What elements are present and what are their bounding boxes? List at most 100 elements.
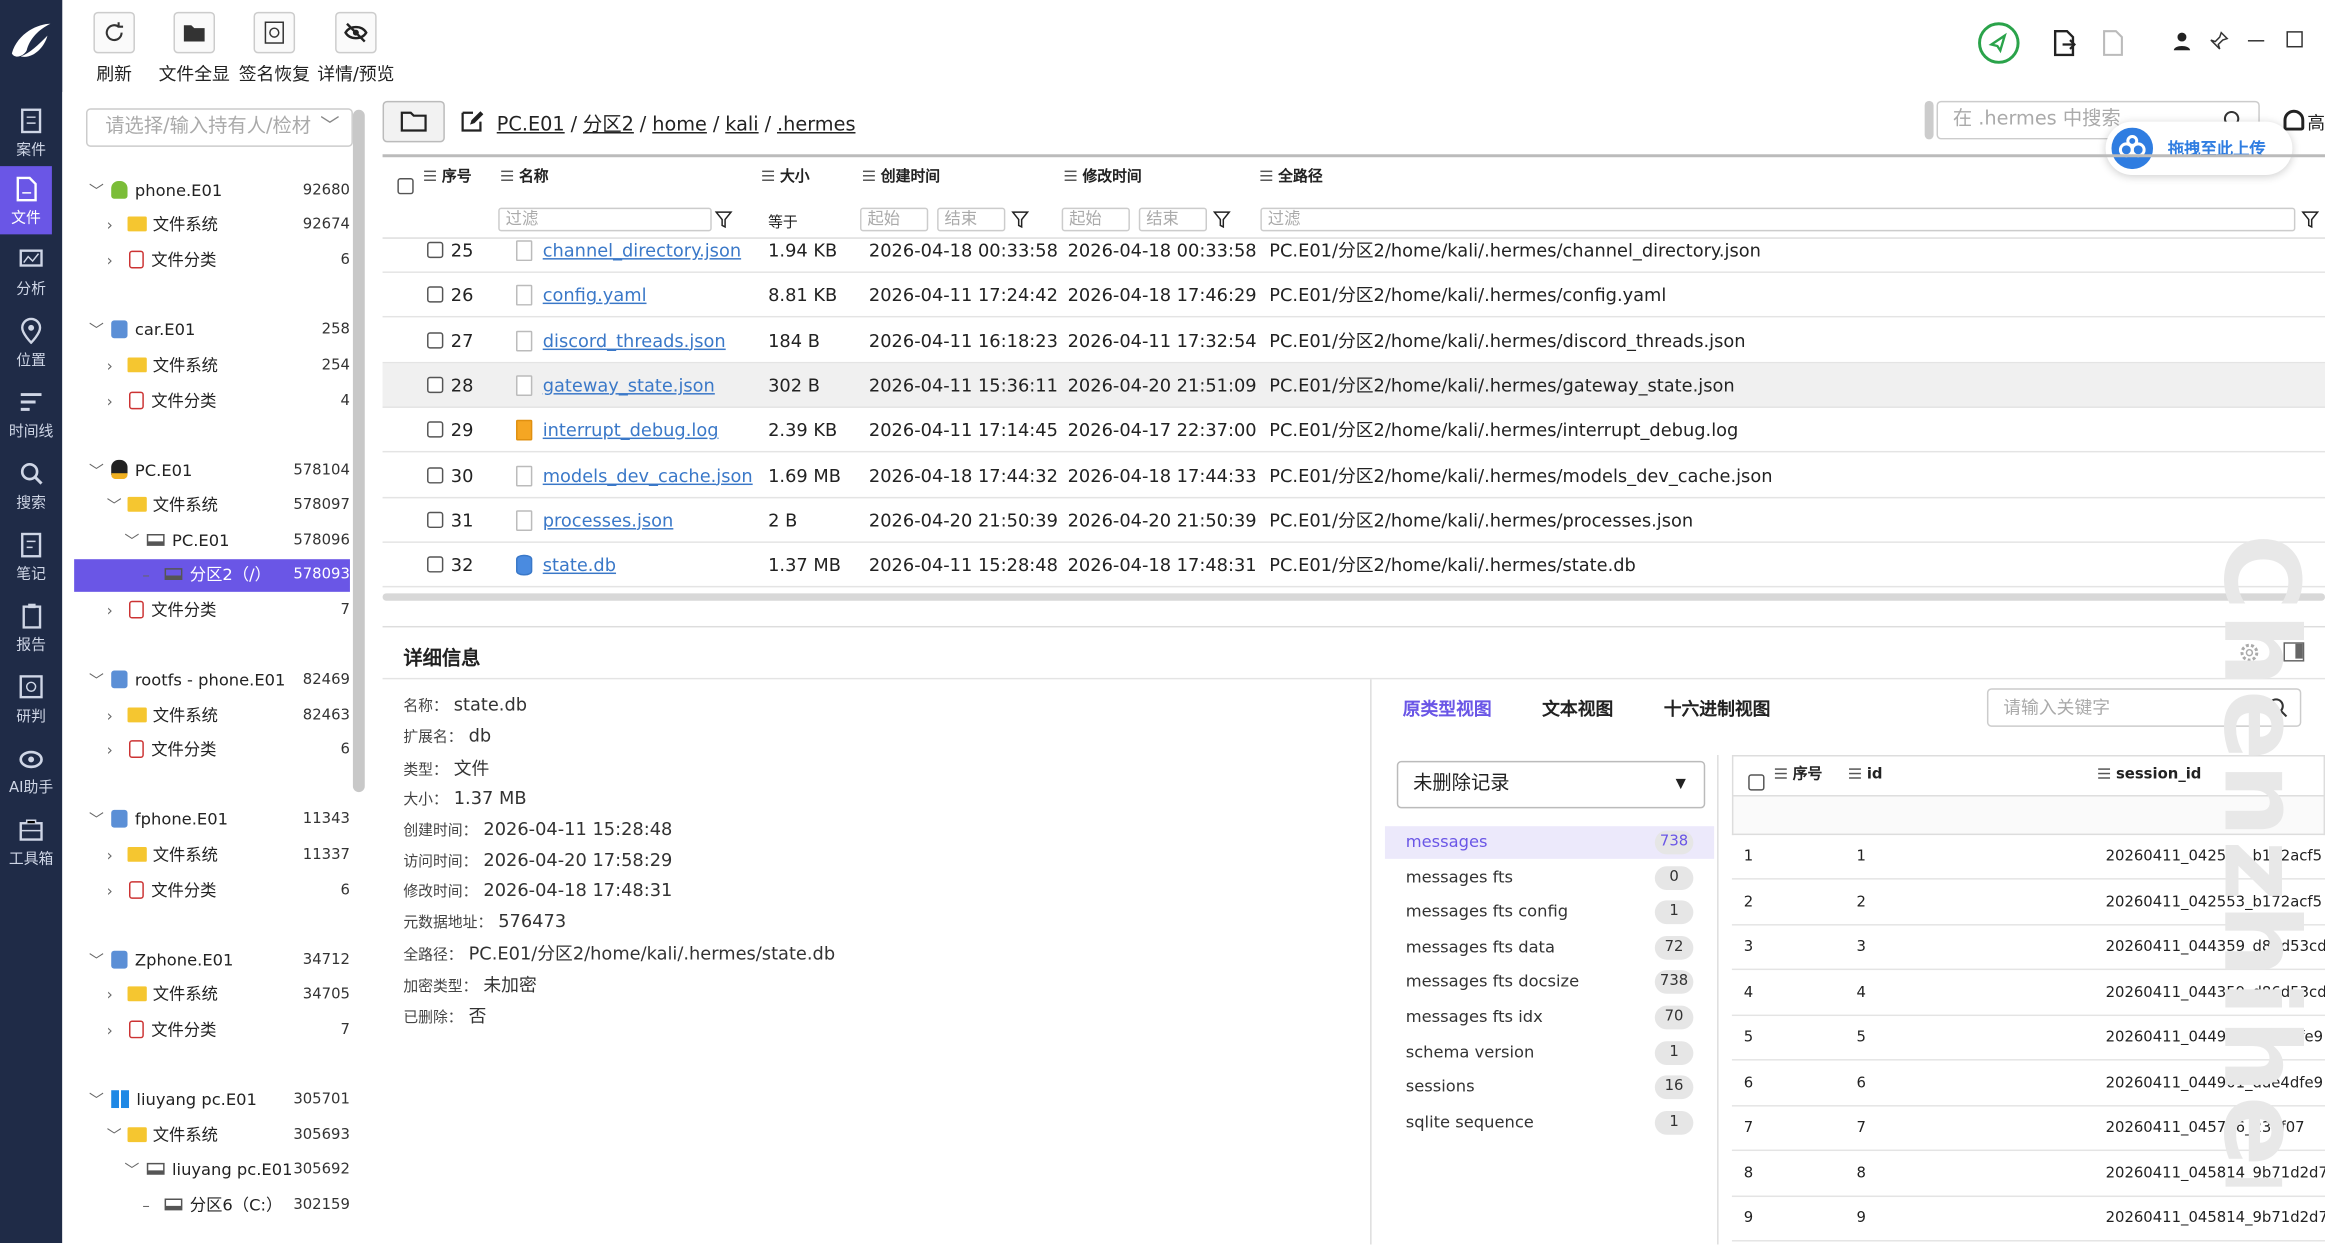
chevron-right-icon[interactable]: › <box>107 1016 122 1049</box>
chevron-down-icon[interactable]: ﹀ <box>89 1086 104 1119</box>
db-table-item[interactable]: messages fts config 1 <box>1385 896 1714 929</box>
table-row[interactable]: 28 gateway_state.json 302 B 2026-04-11 15:3… <box>382 363 2325 408</box>
tab-hex-view[interactable]: 十六进制视图 <box>1664 696 1771 721</box>
chevron-right-icon[interactable]: › <box>107 877 122 910</box>
chevron-down-icon[interactable]: ﹀ <box>89 177 104 210</box>
tree-node[interactable]: › 文件系统 34705 <box>74 979 350 1012</box>
tree-node[interactable]: ﹀ fphone.E01 11343 <box>74 804 350 837</box>
db-table-item[interactable]: sqlite sequence 1 <box>1385 1106 1714 1139</box>
col-created[interactable]: 创建时间 <box>862 157 940 199</box>
chevron-right-icon[interactable]: › <box>107 702 122 735</box>
filter-icon[interactable] <box>1011 211 1030 229</box>
record-col-seq[interactable]: 序号 <box>1774 756 1822 795</box>
breadcrumb-segment[interactable]: home <box>652 114 707 136</box>
status-shield-icon[interactable] <box>1977 21 2021 65</box>
signature-restore-button[interactable]: 签名恢复 <box>237 9 311 89</box>
show-all-files-button[interactable]: 文件全显 <box>157 9 231 89</box>
collapse-icon[interactable]: – <box>142 561 157 594</box>
nav-item-3[interactable]: 分析 <box>0 237 62 305</box>
nav-item-10[interactable]: AI助手 <box>0 736 62 804</box>
table-row[interactable]: 29 interrupt_debug.log 2.39 KB 2026-04-11 1… <box>382 408 2325 453</box>
row-checkbox[interactable] <box>427 273 444 317</box>
refresh-button[interactable]: 刷新 <box>80 9 148 89</box>
chevron-down-icon[interactable]: ﹀ <box>89 316 104 349</box>
tree-node[interactable]: – 分区6（C:） 302159 <box>74 1190 350 1223</box>
user-icon[interactable] <box>2172 31 2191 51</box>
chevron-right-icon[interactable]: › <box>107 352 122 385</box>
tree-node[interactable]: ﹀ 文件系统 305693 <box>74 1120 350 1153</box>
chevron-down-icon[interactable]: ﹀ <box>125 527 140 560</box>
holder-selector[interactable]: 请选择/输入持有人/检材 ﹀ <box>86 108 353 147</box>
chevron-right-icon[interactable]: › <box>107 387 122 420</box>
tree-node[interactable]: ﹀ PC.E01 578104 <box>74 455 350 488</box>
chevron-down-icon[interactable]: ﹀ <box>89 666 104 699</box>
row-name-link[interactable]: models_dev_cache.json <box>543 453 753 497</box>
filter-icon[interactable] <box>2301 211 2320 229</box>
record-filter-select[interactable]: 未删除记录 ▼ <box>1396 760 1706 809</box>
nav-item-8[interactable]: 报告 <box>0 593 62 661</box>
advanced-icon[interactable] <box>2283 109 2305 131</box>
filter-icon[interactable] <box>1212 211 1231 229</box>
row-name-link[interactable]: processes.json <box>543 498 674 542</box>
row-checkbox[interactable] <box>427 498 444 542</box>
tree-node[interactable]: › 文件分类 7 <box>74 1015 350 1048</box>
tree-node[interactable]: ﹀ car.E01 258 <box>74 314 350 347</box>
table-row[interactable]: 30 models_dev_cache.json 1.69 MB 2026-04-18… <box>382 453 2325 498</box>
export-icon[interactable] <box>2051 29 2078 57</box>
col-seq[interactable]: 序号 <box>424 157 472 199</box>
db-table-item[interactable]: schema version 1 <box>1385 1036 1714 1069</box>
nav-item-4[interactable]: 位置 <box>0 309 62 377</box>
col-fullpath[interactable]: 全路径 <box>1260 157 1323 199</box>
chevron-down-icon[interactable]: ﹀ <box>107 1121 122 1154</box>
db-table-item[interactable]: messages fts 0 <box>1385 861 1714 894</box>
row-name-link[interactable]: channel_directory.json <box>543 228 741 272</box>
tree-node[interactable]: › 文件分类 4 <box>74 386 350 419</box>
tab-native-view[interactable]: 原类型视图 <box>1403 696 1492 721</box>
chevron-right-icon[interactable]: › <box>107 980 122 1013</box>
row-name-link[interactable]: config.yaml <box>543 273 647 317</box>
tree-node[interactable]: ﹀ phone.E01 92680 <box>74 175 350 208</box>
tree-node[interactable]: ﹀ liuyang pc.E01 305692 <box>74 1154 350 1187</box>
col-modified[interactable]: 修改时间 <box>1064 157 1142 199</box>
nav-item-6[interactable]: 搜索 <box>0 451 62 519</box>
tree-node[interactable]: › 文件系统 254 <box>74 350 350 383</box>
db-table-item[interactable]: messages fts data 72 <box>1385 931 1714 964</box>
row-checkbox[interactable] <box>427 408 444 452</box>
db-table-item[interactable]: sessions 16 <box>1385 1071 1714 1104</box>
chevron-down-icon[interactable]: ﹀ <box>89 457 104 490</box>
chevron-right-icon[interactable]: › <box>107 841 122 874</box>
tree-node[interactable]: – 分区2（/） 578093 <box>74 559 350 592</box>
detail-preview-button[interactable]: 详情/预览 <box>314 9 397 89</box>
chevron-right-icon[interactable]: › <box>107 246 122 279</box>
chevron-right-icon[interactable]: › <box>107 736 122 769</box>
row-checkbox[interactable] <box>427 363 444 407</box>
tree-node[interactable]: ﹀ rootfs - phone.E01 82469 <box>74 665 350 698</box>
col-size[interactable]: 大小 <box>762 157 810 199</box>
table-row[interactable]: 32 state.db 1.37 MB 2026-04-11 15:28:48 2026… <box>382 543 2325 588</box>
tree-node[interactable]: › 文件分类 6 <box>74 875 350 908</box>
nav-item-1[interactable]: 案件 <box>0 98 62 166</box>
grid-horizontal-scrollbar[interactable] <box>382 593 2325 601</box>
nav-item-9[interactable]: 研判 <box>0 665 62 733</box>
tree-node[interactable]: › 文件系统 82463 <box>74 700 350 733</box>
table-row[interactable]: 26 config.yaml 8.81 KB 2026-04-11 17:24:42 2… <box>382 273 2325 318</box>
row-checkbox[interactable] <box>427 318 444 362</box>
chevron-right-icon[interactable]: › <box>107 596 122 629</box>
table-row[interactable]: 25 channel_directory.json 1.94 KB 2026-04-1… <box>382 228 2325 273</box>
record-col-id[interactable]: id <box>1849 756 1883 795</box>
row-name-link[interactable]: state.db <box>543 543 616 587</box>
breadcrumb-segment[interactable]: kali <box>725 114 758 136</box>
folder-nav-button[interactable] <box>382 100 445 143</box>
row-checkbox[interactable] <box>427 543 444 587</box>
nav-item-5[interactable]: 时间线 <box>0 380 62 448</box>
col-name[interactable]: 名称 <box>501 157 549 199</box>
row-checkbox[interactable] <box>427 228 444 272</box>
db-table-item[interactable]: messages fts idx 70 <box>1385 1001 1714 1034</box>
tree-node[interactable]: › 文件分类 7 <box>74 595 350 628</box>
collapse-icon[interactable]: – <box>142 1191 157 1224</box>
breadcrumb-segment[interactable]: .hermes <box>777 114 855 136</box>
row-checkbox[interactable] <box>427 453 444 497</box>
tree-node[interactable]: › 文件系统 92674 <box>74 209 350 242</box>
chevron-down-icon[interactable]: ﹀ <box>107 491 122 524</box>
search-splitter[interactable] <box>1924 100 1934 140</box>
